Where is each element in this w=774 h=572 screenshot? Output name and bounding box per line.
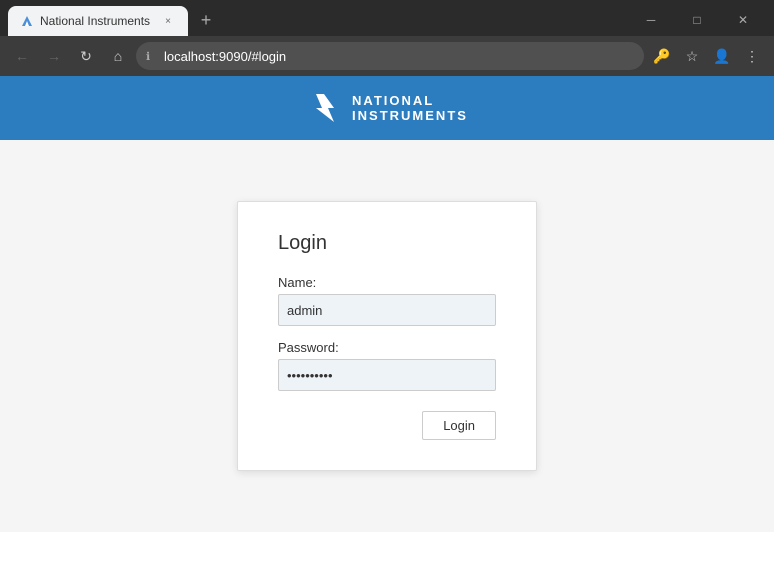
- tab-close-button[interactable]: ×: [160, 13, 176, 29]
- ni-logo-bird: [306, 90, 342, 126]
- maximize-button[interactable]: □: [674, 6, 720, 34]
- password-label: Password:: [278, 340, 496, 355]
- profile-icon[interactable]: 👤: [708, 42, 736, 70]
- brand-line1: NATIONAL: [352, 93, 434, 108]
- tab-favicon: [20, 14, 34, 28]
- bookmark-icon[interactable]: ☆: [678, 42, 706, 70]
- active-tab[interactable]: National Instruments ×: [8, 6, 188, 36]
- browser-window: National Instruments × + ─ □ ✕ ← → ↻ ⌂ ℹ…: [0, 0, 774, 76]
- login-card: Login Name: Password: Login: [237, 201, 537, 471]
- window-controls: ─ □ ✕: [628, 6, 766, 34]
- ni-header: NATIONAL INSTRUMENTS: [0, 76, 774, 140]
- close-button[interactable]: ✕: [720, 6, 766, 34]
- page-content: NATIONAL INSTRUMENTS Login Name: Passwor…: [0, 76, 774, 532]
- forward-button[interactable]: →: [40, 42, 68, 70]
- home-button[interactable]: ⌂: [104, 42, 132, 70]
- login-title: Login: [278, 232, 496, 255]
- address-bar-row: ← → ↻ ⌂ ℹ 🔑 ☆ 👤 ⋮: [0, 36, 774, 76]
- reload-button[interactable]: ↻: [72, 42, 100, 70]
- ni-logo-text: NATIONAL INSTRUMENTS: [352, 93, 468, 123]
- brand-line2: INSTRUMENTS: [352, 108, 468, 123]
- toolbar-right: 🔑 ☆ 👤 ⋮: [648, 42, 766, 70]
- back-button[interactable]: ←: [8, 42, 36, 70]
- tab-bar: National Instruments × + ─ □ ✕: [0, 0, 774, 36]
- password-input[interactable]: [278, 359, 496, 391]
- login-button[interactable]: Login: [422, 411, 496, 440]
- info-icon: ℹ: [146, 50, 150, 63]
- password-form-group: Password:: [278, 340, 496, 391]
- minimize-button[interactable]: ─: [628, 6, 674, 34]
- menu-icon[interactable]: ⋮: [738, 42, 766, 70]
- tab-title: National Instruments: [40, 14, 154, 28]
- form-actions: Login: [278, 411, 496, 440]
- login-area: Login Name: Password: Login: [0, 140, 774, 532]
- new-tab-button[interactable]: +: [192, 6, 220, 34]
- name-form-group: Name:: [278, 275, 496, 326]
- address-bar-container: ℹ: [136, 42, 644, 70]
- name-input[interactable]: [278, 294, 496, 326]
- name-label: Name:: [278, 275, 496, 290]
- key-icon[interactable]: 🔑: [648, 42, 676, 70]
- address-input[interactable]: [136, 42, 644, 70]
